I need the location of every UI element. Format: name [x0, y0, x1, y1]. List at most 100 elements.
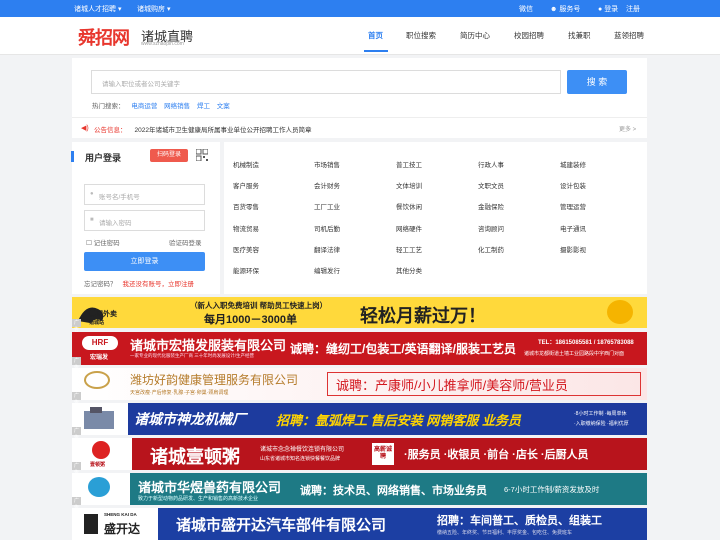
yidunzhou-logo: 壹顿粥	[72, 438, 132, 470]
speaker-icon: ◀)	[81, 125, 89, 132]
globe-icon	[88, 477, 110, 497]
category-link[interactable]: 司机后勤	[314, 223, 340, 233]
category-link[interactable]: 百货零售	[233, 201, 259, 211]
ad-banner-hongruifa[interactable]: HRF 宏瑞发 诸城市宏描发服装有限公司 一家专业的现代化服装生产厂商 三十年时…	[72, 332, 647, 365]
chat-icon: ☻	[550, 6, 558, 13]
category-link[interactable]: 文职文员	[478, 180, 504, 190]
register-link[interactable]: 注册	[626, 4, 640, 14]
ad-tag: 广告	[72, 319, 81, 333]
logo-url: www.szhaopin.com	[141, 41, 184, 47]
category-link[interactable]: 电子通讯	[560, 223, 586, 233]
search-button[interactable]: 搜 索	[567, 70, 627, 94]
nav-resume-center[interactable]: 简历中心	[460, 30, 490, 41]
category-link[interactable]: 编辑发行	[314, 265, 340, 275]
city-house-dropdown[interactable]: 诸城购房 ▾	[137, 4, 170, 14]
hot-item[interactable]: 电商运营	[131, 103, 157, 110]
hrf-logo-sub: 宏瑞发	[90, 355, 109, 361]
category-link[interactable]: 城建装修	[560, 159, 586, 169]
hot-item[interactable]: 网络销售	[164, 103, 190, 110]
shenlong-hiring: 招聘：氩弧焊工 售后安装 网销客服 业务员	[276, 413, 521, 428]
category-link[interactable]: 行政人事	[478, 159, 504, 169]
category-link[interactable]: 能源环保	[233, 265, 259, 275]
category-link[interactable]: 摄影影视	[560, 244, 586, 254]
ad-banner-huayu[interactable]: 诸城市华煜兽药有限公司 致力于新型动物药品研发、生产和销售的高新技术企业 诚聘：…	[72, 473, 647, 505]
category-link[interactable]: 市场销售	[314, 159, 340, 169]
category-link[interactable]: 咨询顾问	[478, 223, 504, 233]
category-link[interactable]: 管理运营	[560, 201, 586, 211]
hot-item[interactable]: 焊工	[197, 103, 210, 110]
category-link[interactable]: 工厂工业	[314, 201, 340, 211]
notice-link[interactable]: 2022年诸城市卫生健康局所属事业单位公开招聘工作人员简章	[135, 127, 312, 134]
category-link[interactable]: 餐饮休闲	[396, 201, 422, 211]
meituan-line2: 每月1000－3000单	[204, 314, 297, 326]
code-login-link[interactable]: 验证码登录	[169, 237, 202, 247]
nav-campus[interactable]: 校园招聘	[514, 30, 544, 41]
category-link[interactable]: 会计财务	[314, 180, 340, 190]
category-link[interactable]: 客户服务	[233, 180, 259, 190]
service-account-link[interactable]: ☻ 服务号	[550, 4, 580, 14]
nav-job-search[interactable]: 职位搜索	[406, 30, 436, 41]
scan-login-button[interactable]: 扫码登录	[150, 149, 188, 162]
shengkaida-brand-en: SHENG KAI DA	[104, 512, 137, 517]
lock-icon: ■	[90, 217, 94, 223]
shengkaida-sub: 缴纳五险、年终奖、节日福利、丰厚奖金、包吃住、免费班车	[437, 530, 573, 536]
ad-tag: 广告	[72, 497, 81, 511]
category-link[interactable]: 普工技工	[396, 159, 422, 169]
ad-banner-meituan[interactable]: 美团外卖 诸城站 （新人入职免费培训 帮助员工快速上岗） 每月1000－3000…	[72, 297, 647, 328]
login-submit-button[interactable]: 立即登录	[84, 252, 205, 271]
category-link[interactable]: 其他分类	[396, 265, 422, 275]
city-jobs-dropdown[interactable]: 诸城人才招聘 ▾	[74, 4, 121, 14]
category-link[interactable]: 设计包装	[560, 180, 586, 190]
yidunzhou-sub1: 诸城市念念禅餐饮连锁有限公司	[260, 447, 345, 453]
notice-bar: 公告信息： 2022年诸城市卫生健康局所属事业单位公开招聘工作人员简章	[94, 124, 311, 134]
login-title: 用户登录	[85, 153, 122, 163]
category-link[interactable]: 文体培训	[396, 180, 422, 190]
ad-banner-shengkaida[interactable]: SHENG KAI DA 盛开达 诸城市盛开达汽车部件有限公司 招聘：车间普工、…	[72, 508, 647, 540]
shengkaida-company: 诸城市盛开达汽车部件有限公司	[176, 517, 387, 534]
ad-banner-haoyun[interactable]: 潍坊好韵健康管理服务有限公司 天宫改瘦·产后修复·乳腺·子宫·卵巢·颈肩调理 诚…	[72, 368, 647, 400]
shenlong-note1: ·8小时工作制 ·每周单休	[574, 411, 627, 417]
category-link[interactable]: 翻译法律	[314, 244, 340, 254]
notice-more-link[interactable]: 更多 >	[619, 124, 636, 133]
yidunzhou-hiring: ·服务员 ·收银员 ·前台 ·店长 ·后厨人员	[404, 449, 589, 461]
ad-banner-shenlong[interactable]: 诸城市神龙机械厂 招聘：氩弧焊工 售后安装 网销客服 业务员 ·8小时工作制 ·…	[72, 403, 647, 435]
checkbox-icon: ☐	[86, 240, 92, 247]
category-link[interactable]: 轻工工艺	[396, 244, 422, 254]
hrf-company: 诸城市宏描发服装有限公司	[130, 338, 287, 353]
ad-banner-yidunzhou[interactable]: 壹顿粥 诸城壹顿粥 诸城市念念禅餐饮连锁有限公司 山东省诸城市知名连锁快餐餐饮品…	[72, 438, 647, 470]
hot-item[interactable]: 文案	[217, 103, 230, 110]
username-placeholder: 账号名/手机号	[99, 194, 140, 201]
nav-home[interactable]: 首页	[368, 30, 383, 41]
login-link[interactable]: ● 登录	[598, 4, 618, 14]
hrf-logo: HRF	[82, 336, 118, 350]
username-field[interactable]: ● 账号名/手机号	[84, 184, 205, 205]
shenlong-company: 诸城市神龙机械厂	[134, 411, 246, 427]
wechat-link[interactable]: 微信	[519, 4, 533, 14]
category-link[interactable]: 化工制药	[478, 244, 504, 254]
nav-part-time[interactable]: 找兼职	[568, 30, 591, 41]
user-icon: ●	[598, 6, 603, 13]
site-logo[interactable]: 舜招网	[78, 24, 130, 50]
hrf-hiring: 诚聘：缝纫工/包装工/英语翻译/服装工艺员	[290, 342, 517, 356]
nav-blue-collar[interactable]: 蓝领招聘	[614, 30, 644, 41]
account-links: 忘记密码？ 我还没有账号，立即注册	[84, 278, 194, 288]
forgot-password-link[interactable]: 忘记密码？	[84, 281, 117, 288]
nav-active-indicator	[364, 50, 388, 52]
category-link[interactable]: 医疗美容	[233, 244, 259, 254]
category-link[interactable]: 机械制造	[233, 159, 259, 169]
register-now-link[interactable]: 我还没有账号，立即注册	[123, 281, 195, 288]
hrf-sub: 一家专业的现代化服装生产厂商 三十年时尚发展设计/生产经营	[130, 353, 254, 358]
sk-mark-icon	[84, 514, 98, 534]
category-link[interactable]: 物流贸易	[233, 223, 259, 233]
ad-tag: 广告	[72, 427, 81, 441]
password-field[interactable]: ■ 请输入密码	[84, 210, 205, 231]
shenlong-note2: ·入职缴纳保险 ·福利优厚	[574, 421, 629, 427]
category-link[interactable]: 网络硬件	[396, 223, 422, 233]
yidunzhou-sub2: 山东省诸城市知名连锁快餐餐饮品牌	[260, 456, 341, 462]
search-input[interactable]: 请输入职位或者公司关键字	[91, 70, 561, 94]
meituan-line1: （新人入职免费培训 帮助员工快速上岗）	[190, 301, 328, 310]
qr-code-icon[interactable]	[196, 149, 208, 161]
remember-password-checkbox[interactable]: ☐ 记住密码	[86, 237, 120, 247]
category-link[interactable]: 金融保险	[478, 201, 504, 211]
login-label: 登录	[604, 6, 619, 13]
